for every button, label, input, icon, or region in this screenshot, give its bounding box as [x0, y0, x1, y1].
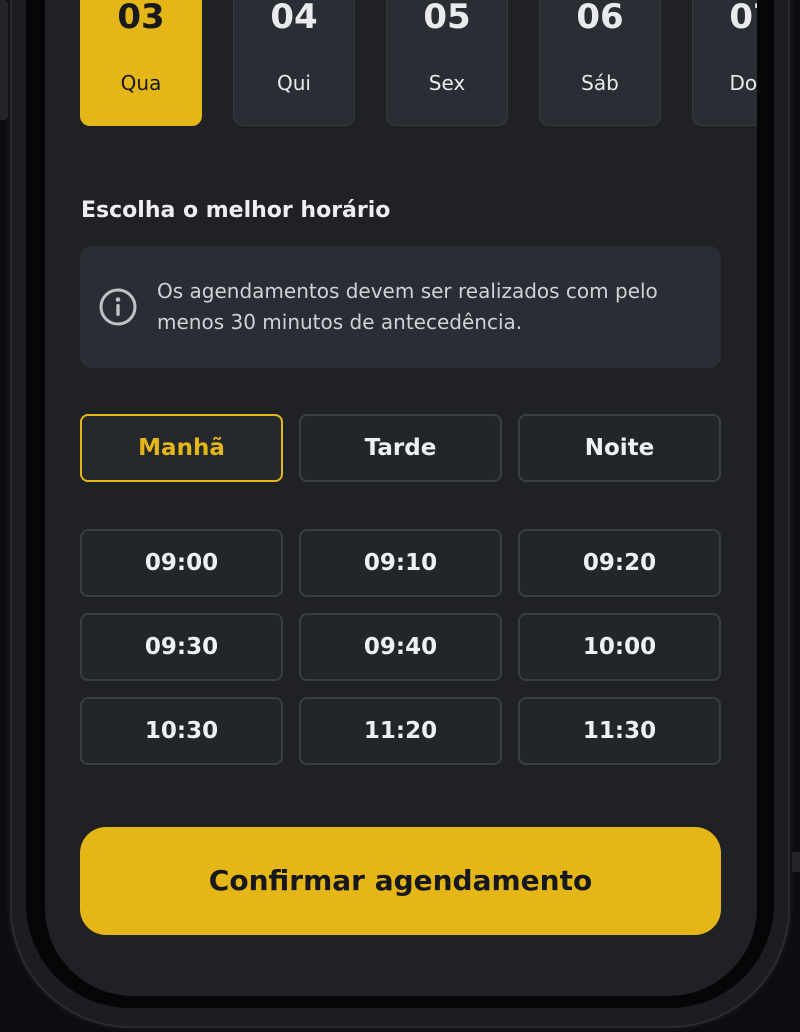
- info-text: Os agendamentos devem ser realizados com…: [157, 279, 658, 334]
- confirm-booking-button[interactable]: Confirmar agendamento: [80, 827, 721, 935]
- time-slot[interactable]: 10:00: [518, 613, 721, 681]
- time-slot[interactable]: 11:30: [518, 697, 721, 765]
- info-icon: [99, 288, 137, 326]
- section-title: Escolha o melhor horário: [81, 198, 391, 223]
- date-number: 04: [270, 0, 318, 37]
- date-weekday: Sex: [428, 71, 466, 95]
- time-slot[interactable]: 10:30: [80, 697, 283, 765]
- date-number: 05: [423, 0, 471, 37]
- date-number: 07: [729, 0, 757, 37]
- period-tab-noite[interactable]: Noite: [518, 414, 721, 482]
- date-card-04[interactable]: 04 Qui: [233, 0, 355, 126]
- date-number: 03: [117, 0, 165, 37]
- time-slot[interactable]: 09:20: [518, 529, 721, 597]
- phone-side-button: [0, 0, 8, 120]
- date-number: 06: [576, 0, 624, 37]
- time-slot[interactable]: 09:10: [299, 529, 502, 597]
- date-weekday: Dom: [729, 71, 757, 95]
- date-weekday: Sáb: [581, 71, 619, 95]
- phone-side-button: [792, 852, 800, 872]
- time-slot[interactable]: 11:20: [299, 697, 502, 765]
- time-slot[interactable]: 09:00: [80, 529, 283, 597]
- date-card-05[interactable]: 05 Sex: [386, 0, 508, 126]
- date-card-03[interactable]: 03 Qua: [80, 0, 202, 126]
- date-weekday: Qua: [120, 71, 162, 95]
- date-card-06[interactable]: 06 Sáb: [539, 0, 661, 126]
- period-tab-tarde[interactable]: Tarde: [299, 414, 502, 482]
- time-slot[interactable]: 09:30: [80, 613, 283, 681]
- date-card-07[interactable]: 07 Dom: [692, 0, 757, 126]
- app-screen: 03 Qua 04 Qui 05 Sex 06 Sáb 07 Dom Escol…: [45, 0, 757, 996]
- info-notice: Os agendamentos devem ser realizados com…: [80, 246, 721, 368]
- period-tab-manha[interactable]: Manhã: [80, 414, 283, 482]
- time-slot[interactable]: 09:40: [299, 613, 502, 681]
- date-weekday: Qui: [277, 71, 311, 95]
